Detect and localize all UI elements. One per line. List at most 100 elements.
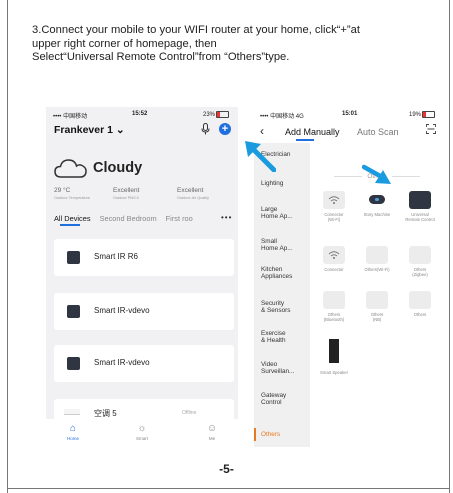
weather-stat-label: Outdoor Air Quality — [177, 195, 210, 200]
pointer-arrow-icon — [245, 141, 276, 172]
more-tabs-button[interactable]: ••• — [221, 213, 232, 222]
device-card[interactable]: Smart IR-vdevo — [54, 345, 234, 382]
sun-icon: ☼ — [137, 423, 147, 434]
selected-category-marker — [254, 428, 256, 441]
device-type-smart-speaker[interactable]: Smart Speaker — [313, 339, 355, 375]
status-bar-carrier: •••• 中国移动 4G — [260, 114, 304, 120]
tab-first-room[interactable]: First roo — [166, 214, 193, 223]
category-small-home-appliances[interactable]: Small Home Ap... — [261, 238, 293, 253]
instruction-line-1: 3.Connect your mobile to your WIFI route… — [32, 24, 360, 36]
status-bar-battery: 23% — [203, 111, 230, 118]
ir-device-icon — [67, 251, 80, 264]
add-device-plus-button[interactable]: + — [219, 123, 231, 135]
generic-device-icon — [409, 246, 431, 264]
generic-device-icon — [366, 246, 388, 264]
speaker-icon — [323, 339, 345, 367]
weather-stat: Excellent Outdoor PM2.5 — [113, 187, 140, 201]
weather-stat-value: Excellent — [113, 187, 140, 194]
device-type-label: Connector — [324, 267, 344, 272]
device-type-others-zigbee[interactable]: Others (Zigbee) — [399, 246, 441, 277]
robot-icon — [366, 191, 388, 209]
cloud-icon — [54, 159, 87, 178]
weather-stat-label: Outdoor PM2.5 — [113, 195, 139, 200]
nav-smart[interactable]: ☼ Smart — [122, 419, 162, 441]
device-type-panel: Others Connector (Wi-Fi) Story Machine U… — [310, 143, 444, 447]
device-type-connector[interactable]: Connector — [313, 246, 355, 272]
tab-second-bedroom[interactable]: Second Bedroom — [100, 214, 157, 223]
device-type-label: Others (Zigbee) — [412, 267, 428, 277]
weather-stat: 29 °C Outdoor Temperature — [54, 187, 91, 201]
weather-stat: Excellent Outdoor Air Quality — [177, 187, 210, 201]
nav-label: Smart — [135, 436, 148, 441]
category-gateway-control[interactable]: Gateway Control — [261, 392, 286, 407]
weather-label: Cloudy — [93, 160, 143, 176]
category-security-sensors[interactable]: Security & Sensors — [261, 300, 290, 315]
device-type-others-nb[interactable]: Others (NB) — [356, 291, 398, 322]
active-tab-indicator — [296, 139, 314, 141]
device-name: Smart IR-vdevo — [94, 306, 150, 315]
battery-icon — [422, 111, 436, 118]
status-bar-battery: 19% — [409, 111, 436, 118]
add-device-screenshot: •••• 中国移动 4G 15:01 19% ‹ Add Manually Au… — [254, 107, 444, 447]
tab-all-devices[interactable]: All Devices — [54, 214, 91, 223]
device-name: Smart IR-vdevo — [94, 358, 150, 367]
status-bar-time: 15:01 — [342, 111, 358, 117]
user-icon: ☺ — [206, 423, 218, 434]
add-device-header: •••• 中国移动 4G 15:01 19% ‹ Add Manually Au… — [254, 107, 444, 143]
ir-device-icon — [67, 357, 80, 370]
category-sidebar: Electrician Lighting Large Home Ap... Sm… — [254, 143, 310, 447]
nav-me[interactable]: ☺ Me — [192, 419, 232, 441]
device-type-label: Others (NB) — [370, 312, 384, 322]
device-card[interactable]: Smart IR R6 — [54, 239, 234, 276]
instruction-line-2: upper right corner of homepage, then — [32, 37, 217, 50]
page-bottom-rule — [7, 488, 450, 489]
status-bar-time: 15:52 — [132, 111, 148, 117]
device-type-label: Others (Bluetooth) — [323, 312, 345, 322]
universal-remote-icon — [409, 191, 431, 209]
pointer-arrow-icon — [362, 164, 391, 184]
device-name: 空调 5 — [94, 409, 117, 418]
device-type-label: Smart Speaker — [320, 370, 348, 375]
active-tab-indicator — [60, 224, 80, 226]
device-type-label: Universal Remote Control — [405, 212, 435, 222]
instruction-line-3: Select“Universal Remote Control”from “Ot… — [32, 51, 290, 64]
wifi-icon — [323, 246, 345, 264]
category-exercise-health[interactable]: Exercise & Health — [261, 330, 286, 345]
air-conditioner-icon — [64, 409, 80, 415]
nav-label: Me — [208, 436, 216, 441]
scan-icon[interactable] — [426, 124, 436, 134]
back-chevron-icon[interactable]: ‹ — [260, 124, 264, 138]
tab-auto-scan[interactable]: Auto Scan — [357, 127, 399, 137]
category-video-surveillance[interactable]: Video Surveillan... — [261, 361, 294, 376]
device-type-universal-remote-control[interactable]: Universal Remote Control — [399, 191, 441, 222]
device-type-others-wifi[interactable]: Others(Wi-Fi) — [356, 246, 398, 272]
weather-stat-label: Outdoor Temperature — [54, 195, 91, 200]
tab-add-manually[interactable]: Add Manually — [285, 127, 340, 137]
device-type-label: Story Machine — [363, 212, 391, 217]
device-type-label: Others(Wi-Fi) — [364, 267, 390, 272]
room-tabs: All Devices Second Bedroom First roo — [54, 214, 238, 223]
status-bar-carrier: •••• 中国移动 — [53, 114, 88, 120]
page-number: -5- — [219, 462, 234, 476]
device-card[interactable]: 空调 5 Offline — [54, 399, 234, 421]
device-type-others[interactable]: Others — [399, 291, 441, 317]
device-type-others-bluetooth[interactable]: Others (Bluetooth) — [313, 291, 355, 322]
category-lighting[interactable]: Lighting — [261, 180, 283, 187]
category-large-home-appliances[interactable]: Large Home Ap... — [261, 206, 293, 221]
ir-device-icon — [67, 305, 80, 318]
device-name: Smart IR R6 — [94, 252, 139, 261]
device-type-story-machine[interactable]: Story Machine — [356, 191, 398, 217]
bottom-navigation: ⌂ Home ☼ Smart ☺ Me — [46, 419, 238, 447]
device-status: Offline — [182, 410, 197, 416]
instruction-text: 3.Connect your mobile to your WIFI route… — [32, 24, 442, 65]
nav-home[interactable]: ⌂ Home — [53, 419, 93, 441]
device-card[interactable]: Smart IR-vdevo — [54, 293, 234, 330]
microphone-icon[interactable] — [201, 123, 210, 135]
category-kitchen-appliances[interactable]: Kitchen Appliances — [261, 266, 292, 281]
nav-label: Home — [66, 436, 79, 441]
device-type-label: Others — [413, 312, 427, 317]
category-others[interactable]: Others — [261, 431, 280, 438]
wifi-icon — [323, 191, 345, 209]
device-type-connector-wifi[interactable]: Connector (Wi-Fi) — [313, 191, 355, 222]
home-selector[interactable]: Frankever 1 ⌄ — [54, 124, 125, 136]
